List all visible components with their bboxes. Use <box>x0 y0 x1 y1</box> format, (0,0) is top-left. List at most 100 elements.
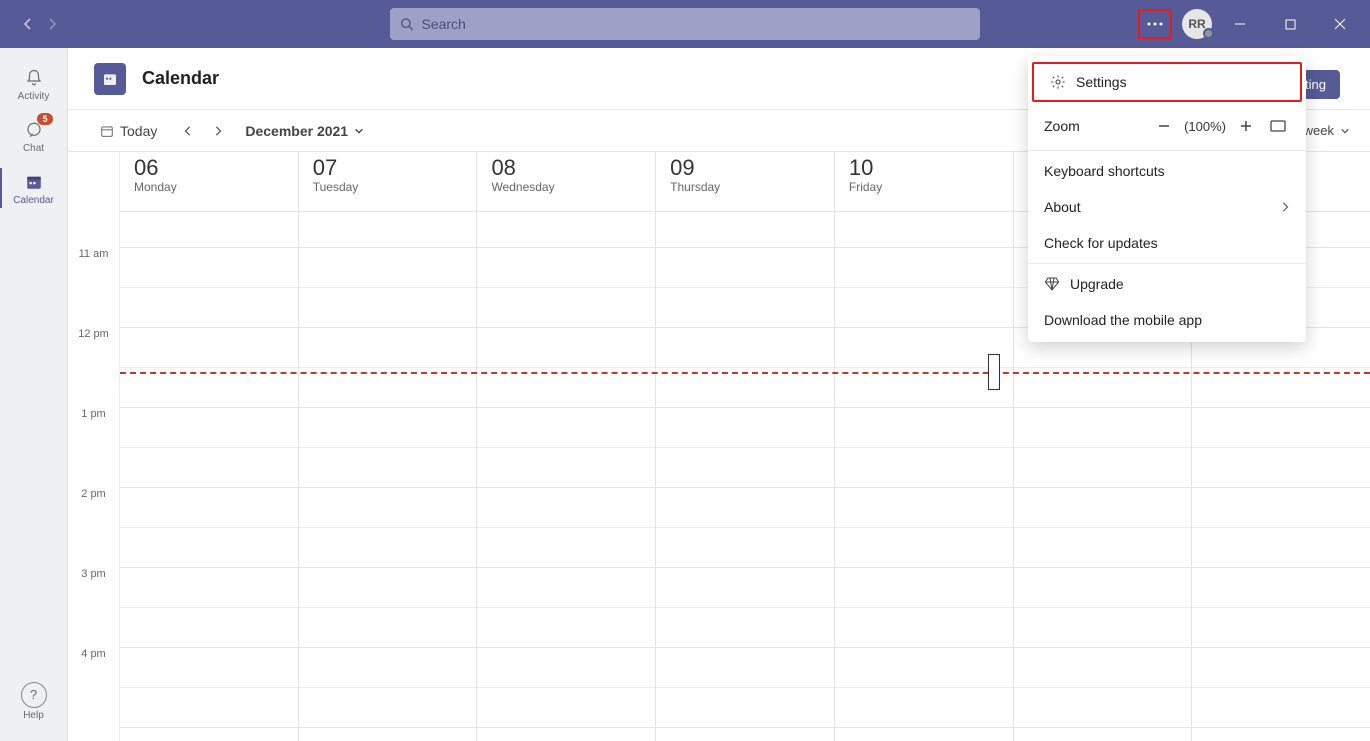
menu-settings[interactable]: Settings <box>1032 62 1302 102</box>
rail-help[interactable]: ? Help <box>0 675 68 727</box>
time-slot[interactable] <box>1014 608 1192 648</box>
time-slot[interactable] <box>835 528 1013 568</box>
time-slot[interactable] <box>120 488 298 528</box>
time-slot[interactable] <box>835 288 1013 328</box>
day-header[interactable]: 06Monday <box>120 152 298 212</box>
time-slot[interactable] <box>477 368 655 408</box>
time-slot[interactable] <box>1014 368 1192 408</box>
time-slot[interactable] <box>120 448 298 488</box>
nav-forward-button[interactable] <box>42 14 62 34</box>
time-slot[interactable] <box>299 288 477 328</box>
menu-check-updates[interactable]: Check for updates <box>1028 225 1306 261</box>
time-slot[interactable] <box>120 328 298 368</box>
time-slot[interactable] <box>656 368 834 408</box>
more-options-button[interactable] <box>1138 9 1172 39</box>
time-slot[interactable] <box>1192 448 1370 488</box>
time-slot[interactable] <box>477 728 655 741</box>
time-slot[interactable] <box>656 448 834 488</box>
time-slot[interactable] <box>299 688 477 728</box>
menu-upgrade[interactable]: Upgrade <box>1028 266 1306 302</box>
day-header[interactable]: 09Thursday <box>656 152 834 212</box>
allday-row[interactable] <box>656 212 834 248</box>
rail-activity[interactable]: Activity <box>0 58 68 110</box>
time-slot[interactable] <box>656 248 834 288</box>
time-slot[interactable] <box>656 408 834 448</box>
time-slot[interactable] <box>299 648 477 688</box>
time-slot[interactable] <box>120 728 298 741</box>
zoom-out-button[interactable] <box>1152 114 1176 138</box>
nav-back-button[interactable] <box>18 14 38 34</box>
time-slot[interactable] <box>1014 528 1192 568</box>
time-slot[interactable] <box>835 688 1013 728</box>
today-button[interactable]: Today <box>92 119 165 143</box>
time-slot[interactable] <box>1192 408 1370 448</box>
window-minimize-button[interactable] <box>1218 8 1262 40</box>
time-slot[interactable] <box>299 328 477 368</box>
time-slot[interactable] <box>120 688 298 728</box>
time-slot[interactable] <box>299 368 477 408</box>
time-slot[interactable] <box>1192 688 1370 728</box>
time-slot[interactable] <box>477 528 655 568</box>
time-slot[interactable] <box>477 448 655 488</box>
time-slot[interactable] <box>656 688 834 728</box>
time-slot[interactable] <box>656 648 834 688</box>
prev-period-button[interactable] <box>175 118 201 144</box>
window-close-button[interactable] <box>1318 8 1362 40</box>
time-slot[interactable] <box>1014 568 1192 608</box>
time-slot[interactable] <box>1014 448 1192 488</box>
time-slot[interactable] <box>835 488 1013 528</box>
allday-row[interactable] <box>477 212 655 248</box>
time-slot[interactable] <box>477 288 655 328</box>
time-slot[interactable] <box>120 408 298 448</box>
menu-download-mobile[interactable]: Download the mobile app <box>1028 302 1306 338</box>
month-picker[interactable]: December 2021 <box>245 123 364 139</box>
time-slot[interactable] <box>299 408 477 448</box>
time-slot[interactable] <box>656 488 834 528</box>
time-slot[interactable] <box>656 728 834 741</box>
time-slot[interactable] <box>299 488 477 528</box>
day-header[interactable]: 08Wednesday <box>477 152 655 212</box>
time-slot[interactable] <box>1192 648 1370 688</box>
time-slot[interactable] <box>835 248 1013 288</box>
time-slot[interactable] <box>120 248 298 288</box>
zoom-in-button[interactable] <box>1234 114 1258 138</box>
time-slot[interactable] <box>299 448 477 488</box>
time-slot[interactable] <box>477 568 655 608</box>
day-header[interactable]: 07Tuesday <box>299 152 477 212</box>
time-slot[interactable] <box>120 368 298 408</box>
time-slot[interactable] <box>477 688 655 728</box>
time-slot[interactable] <box>835 608 1013 648</box>
time-slot[interactable] <box>299 608 477 648</box>
menu-keyboard-shortcuts[interactable]: Keyboard shortcuts <box>1028 153 1306 189</box>
time-slot[interactable] <box>1192 528 1370 568</box>
time-slot[interactable] <box>477 328 655 368</box>
avatar[interactable]: RR <box>1182 9 1212 39</box>
time-slot[interactable] <box>835 328 1013 368</box>
menu-about[interactable]: About <box>1028 189 1306 225</box>
time-slot[interactable] <box>299 528 477 568</box>
time-slot[interactable] <box>1014 688 1192 728</box>
rail-calendar[interactable]: Calendar <box>0 162 68 214</box>
allday-row[interactable] <box>120 212 298 248</box>
time-slot[interactable] <box>656 568 834 608</box>
time-slot[interactable] <box>477 488 655 528</box>
time-slot[interactable] <box>1192 608 1370 648</box>
time-slot[interactable] <box>477 248 655 288</box>
time-slot[interactable] <box>1014 728 1192 741</box>
time-slot[interactable] <box>1014 408 1192 448</box>
time-slot[interactable] <box>835 448 1013 488</box>
time-slot[interactable] <box>1014 488 1192 528</box>
time-slot[interactable] <box>299 248 477 288</box>
time-slot[interactable] <box>120 648 298 688</box>
time-slot[interactable] <box>477 408 655 448</box>
fullscreen-button[interactable] <box>1266 114 1290 138</box>
time-slot[interactable] <box>835 728 1013 741</box>
time-slot[interactable] <box>120 288 298 328</box>
time-slot[interactable] <box>120 528 298 568</box>
time-slot[interactable] <box>1192 368 1370 408</box>
time-slot[interactable] <box>835 368 1013 408</box>
time-slot[interactable] <box>835 568 1013 608</box>
next-period-button[interactable] <box>205 118 231 144</box>
time-slot[interactable] <box>656 608 834 648</box>
time-slot[interactable] <box>656 288 834 328</box>
